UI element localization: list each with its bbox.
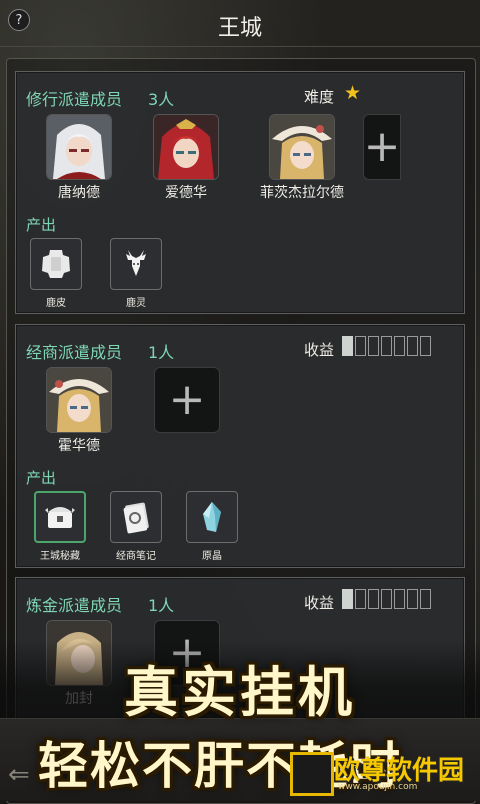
panel-title: 经商派遣成员: [26, 343, 123, 362]
income-cell: [368, 589, 379, 609]
difficulty-label: 难度: [304, 88, 335, 106]
notebook-icon: [110, 491, 162, 543]
item-name: 鹿皮: [46, 298, 66, 309]
deer-spirit-icon: [110, 238, 162, 290]
page-title: 王城: [217, 16, 262, 41]
member-slot[interactable]: 霍华德: [34, 367, 124, 455]
item-name: 王城秘藏: [40, 551, 80, 562]
income-cell: [420, 589, 431, 609]
member-slot[interactable]: 爱德华: [141, 114, 231, 202]
panel-title: 修行派遣成员: [26, 90, 123, 109]
output-item[interactable]: 原晶: [177, 491, 247, 562]
member-name: 唐纳德: [58, 185, 100, 201]
income-cell: [368, 336, 379, 356]
income-cell: [342, 336, 353, 356]
income-meter: [342, 336, 431, 356]
member-name: 霍华德: [58, 438, 100, 454]
income-cell: [420, 336, 431, 356]
output-item[interactable]: 鹿灵: [101, 238, 171, 309]
output-label: 产出: [26, 216, 57, 234]
deer-hide-icon: [30, 238, 82, 290]
item-name: 原晶: [202, 551, 222, 562]
item-name: 鹿灵: [126, 298, 146, 309]
member-slot[interactable]: 唐纳德: [34, 114, 124, 202]
panel-training: 修行派遣成员 3人 难度 ★ 唐纳德 爱德华 菲茨杰拉尔德 + 产出 鹿皮 鹿灵: [15, 71, 465, 314]
income-cell: [394, 589, 405, 609]
output-item[interactable]: 王城秘藏: [25, 491, 95, 562]
watermark-logo-icon: [290, 752, 334, 796]
avatar-portrait: [269, 114, 335, 180]
avatar-portrait: [46, 367, 112, 433]
star-icon: ★: [344, 82, 362, 104]
member-count: 1人: [148, 596, 175, 615]
plus-icon: +: [363, 121, 401, 172]
avatar-portrait: [46, 114, 112, 180]
panel-trade: 经商派遣成员 1人 收益 霍华德 + 产出 王城秘藏 经商笔记 原晶: [15, 324, 465, 568]
income-label: 收益: [304, 594, 335, 612]
watermark-url: www.apoujin.com: [338, 782, 418, 792]
output-item[interactable]: 经商笔记: [101, 491, 171, 562]
output-label: 产出: [26, 469, 57, 487]
plus-icon: +: [168, 374, 206, 425]
member-slot[interactable]: 菲茨杰拉尔德: [247, 114, 357, 202]
header: ? 王城: [0, 0, 480, 52]
item-name: 经商笔记: [116, 551, 156, 562]
income-cell: [355, 589, 366, 609]
member-name: 爱德华: [165, 185, 207, 201]
add-member-button[interactable]: +: [363, 114, 401, 180]
treasure-chest-icon: [34, 491, 86, 543]
avatar-portrait: [153, 114, 219, 180]
add-member-button[interactable]: +: [154, 367, 220, 433]
member-count: 3人: [148, 90, 175, 109]
output-item[interactable]: 鹿皮: [21, 238, 91, 309]
watermark: 欧尊软件园 www.apoujin.com: [290, 748, 474, 796]
income-meter: [342, 589, 431, 609]
income-cell: [394, 336, 405, 356]
divider: [0, 46, 480, 47]
promo-headline: 真实挂机: [124, 661, 356, 724]
member-name: 菲茨杰拉尔德: [260, 185, 344, 201]
income-cell: [342, 589, 353, 609]
member-count: 1人: [148, 343, 175, 362]
income-cell: [381, 336, 392, 356]
income-cell: [407, 336, 418, 356]
income-cell: [381, 589, 392, 609]
income-label: 收益: [304, 341, 335, 359]
income-cell: [355, 336, 366, 356]
crystal-icon: [186, 491, 238, 543]
income-cell: [407, 589, 418, 609]
panel-title: 炼金派遣成员: [26, 596, 123, 615]
